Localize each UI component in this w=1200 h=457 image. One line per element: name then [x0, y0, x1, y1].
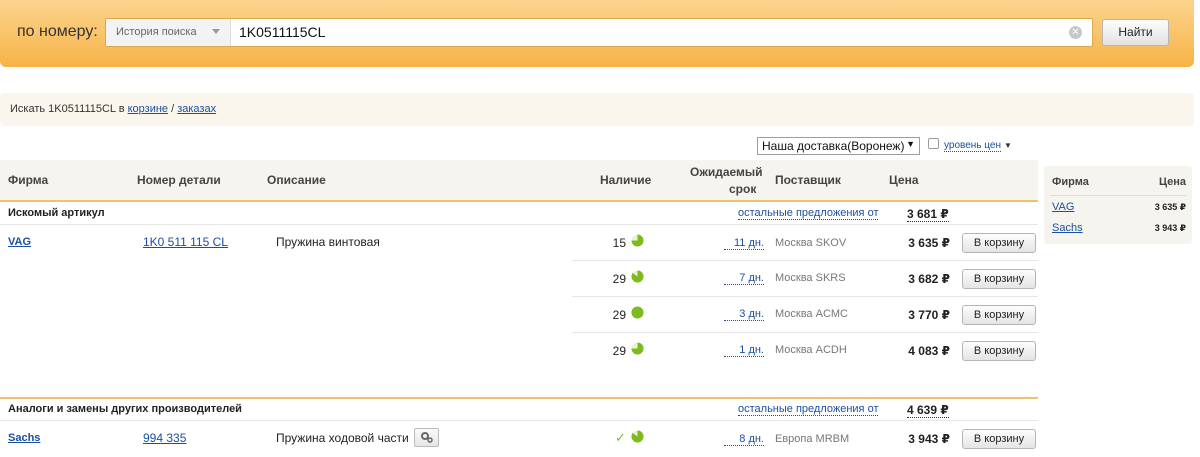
- supplier-name: Москва SKOV: [775, 237, 847, 249]
- brand-link-sachs[interactable]: Sachs: [8, 432, 40, 444]
- clear-icon[interactable]: ✕: [1069, 26, 1082, 39]
- search-in-prefix: Искать 1K0511115CL в: [10, 103, 125, 115]
- header-availability: Наличие: [600, 173, 652, 187]
- search-history-dropdown[interactable]: История поиска: [106, 19, 231, 46]
- other-offers-link[interactable]: остальные предложения от: [738, 403, 879, 416]
- cart-link[interactable]: корзине: [128, 103, 168, 115]
- chevron-down-icon: ▼: [906, 139, 915, 149]
- price-level-toggle[interactable]: уровень цен ▼: [944, 140, 1012, 152]
- stock-count: 15: [612, 236, 626, 250]
- orders-link[interactable]: заказах: [177, 103, 216, 115]
- divider: [0, 224, 1038, 225]
- header-expected-line1: Ожидаемый: [690, 165, 763, 179]
- delivery-days-link[interactable]: 7 дн.: [724, 272, 764, 285]
- price-summary-panel: Фирма Цена VAG 3 635 ₽ Sachs 3 943 ₽: [1044, 166, 1192, 244]
- find-button[interactable]: Найти: [1102, 19, 1169, 46]
- search-history-label: История поиска: [116, 26, 197, 38]
- part-number-link[interactable]: 1K0 511 115 CL: [143, 235, 228, 249]
- search-bar: по номеру: История поиска 1K0511115CL ✕ …: [0, 0, 1194, 67]
- stock-count: 29: [612, 308, 626, 322]
- searched-article-section: Искомый артикул остальные предложения от…: [0, 203, 1038, 224]
- offer-price: 3 770 ₽: [908, 308, 950, 322]
- side-brand-link[interactable]: VAG: [1052, 201, 1074, 213]
- search-input[interactable]: История поиска 1K0511115CL ✕: [105, 18, 1093, 47]
- availability-pie-icon: [631, 306, 644, 319]
- add-to-cart-button[interactable]: В корзину: [962, 269, 1036, 289]
- part-description: Пружина ходовой части: [276, 431, 409, 445]
- other-offers-link[interactable]: остальные предложения от: [738, 207, 879, 220]
- caret-down-icon: ▼: [1003, 141, 1012, 150]
- add-to-cart-button[interactable]: В корзину: [962, 341, 1036, 361]
- divider: [572, 296, 1038, 297]
- availability-pie-icon: [631, 342, 644, 355]
- add-to-cart-button[interactable]: В корзину: [962, 233, 1036, 253]
- section-title: Искомый артикул: [8, 207, 105, 219]
- stock-count: 29: [612, 344, 626, 358]
- offer-price: 3 943 ₽: [908, 432, 950, 446]
- search-query-text[interactable]: 1K0511115CL: [239, 24, 325, 40]
- link-separator: /: [168, 103, 178, 115]
- section-title: Аналоги и замены других производителей: [8, 403, 242, 415]
- divider: [1050, 195, 1186, 196]
- search-in-cart-strip: Искать 1K0511115CL в корзине / заказах: [0, 93, 1194, 126]
- offer-price: 3 635 ₽: [908, 236, 950, 250]
- delivery-select[interactable]: Наша доставка(Воронеж) ▼: [757, 137, 920, 155]
- add-to-cart-button[interactable]: В корзину: [962, 305, 1036, 325]
- price-level-label[interactable]: уровень цен: [944, 140, 1001, 152]
- part-description: Пружина винтовая: [276, 235, 380, 249]
- part-number-link[interactable]: 994 335: [143, 431, 186, 445]
- divider: [572, 260, 1038, 261]
- side-header-brand: Фирма: [1052, 176, 1089, 188]
- analogs-section: Аналоги и замены других производителей о…: [0, 399, 1038, 420]
- delivery-days-link[interactable]: 1 дн.: [724, 344, 764, 357]
- offer-price: 3 682 ₽: [908, 272, 950, 286]
- supplier-name: Москва ACDH: [775, 344, 847, 356]
- in-stock-check-icon: ✓: [615, 430, 626, 445]
- side-header-price: Цена: [1158, 176, 1186, 188]
- availability-pie-icon: [631, 430, 644, 443]
- chevron-down-icon: [212, 29, 220, 34]
- offer-price: 4 083 ₽: [908, 344, 950, 358]
- results-table-header: Фирма Номер детали Описание Наличие Ожид…: [0, 160, 1038, 200]
- delivery-selected-value: Наша доставка(Воронеж): [762, 139, 905, 153]
- supplier-name: Европа MRBM: [775, 433, 850, 445]
- min-price: 3 681 ₽: [907, 207, 949, 222]
- stock-count: 29: [612, 272, 626, 286]
- side-price: 3 635 ₽: [1154, 202, 1186, 212]
- gear-icon: [421, 432, 433, 443]
- search-by-number-label: по номеру:: [17, 23, 98, 40]
- availability-pie-icon: [631, 270, 644, 283]
- delivery-days-link[interactable]: 3 дн.: [724, 308, 764, 321]
- side-price: 3 943 ₽: [1154, 223, 1186, 233]
- header-expected-line2: срок: [729, 182, 757, 196]
- side-brand-link[interactable]: Sachs: [1052, 222, 1083, 234]
- header-price: Цена: [889, 173, 919, 187]
- supplier-name: Москва SKRS: [775, 272, 846, 284]
- add-to-cart-button[interactable]: В корзину: [962, 429, 1036, 449]
- brand-link-vag[interactable]: VAG: [8, 236, 31, 248]
- delivery-days-link[interactable]: 11 дн.: [724, 237, 764, 250]
- part-info-button[interactable]: [414, 428, 439, 447]
- availability-pie-icon: [631, 234, 644, 247]
- divider: [572, 332, 1038, 333]
- supplier-name: Москва ACMC: [775, 308, 848, 320]
- header-supplier: Поставщик: [775, 173, 841, 187]
- divider: [0, 420, 1038, 421]
- delivery-days-link[interactable]: 8 дн.: [724, 433, 764, 446]
- header-brand: Фирма: [8, 173, 49, 187]
- price-level-checkbox[interactable]: [928, 138, 939, 149]
- header-part-number: Номер детали: [137, 173, 221, 187]
- min-price: 4 639 ₽: [907, 403, 949, 418]
- divider: [0, 200, 1038, 202]
- header-description: Описание: [267, 173, 326, 187]
